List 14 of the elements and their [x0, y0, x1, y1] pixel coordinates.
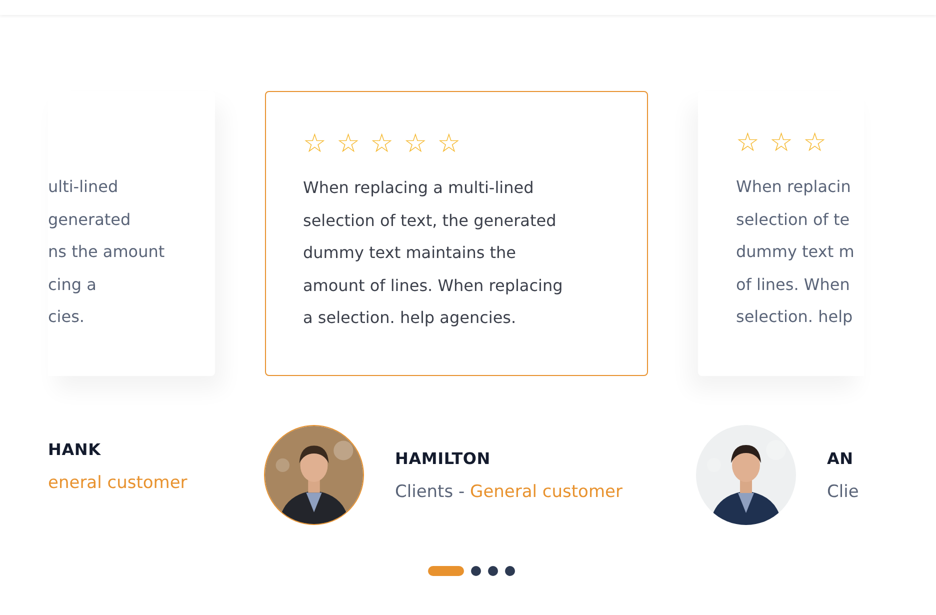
author-name: HANK: [48, 440, 101, 459]
author-name: AN: [827, 448, 854, 468]
star-rating: ☆ ☆ ☆: [736, 129, 828, 157]
carousel-dot[interactable]: [488, 566, 498, 576]
testimonial-text: When replacin selection of te dummy text m of lines. When selection. help: [736, 176, 854, 328]
author-role: eneral customer: [48, 473, 188, 493]
author-role: Clie: [827, 482, 859, 502]
testimonial-text: ulti-lined generated ns the amount cing a cies.: [48, 176, 165, 328]
author-name: HAMILTON: [395, 448, 491, 468]
author-role: Clients - General customer: [395, 482, 622, 502]
carousel-dot[interactable]: [470, 566, 480, 576]
star-rating: ☆ ☆ ☆ ☆ ☆: [303, 130, 462, 158]
carousel-dot[interactable]: [504, 566, 514, 576]
testimonial-text: When replacing a multi-lined selection of text, the generated dummy text maintains the amount of lines. When replacing a selection. help agencies.: [303, 177, 563, 329]
